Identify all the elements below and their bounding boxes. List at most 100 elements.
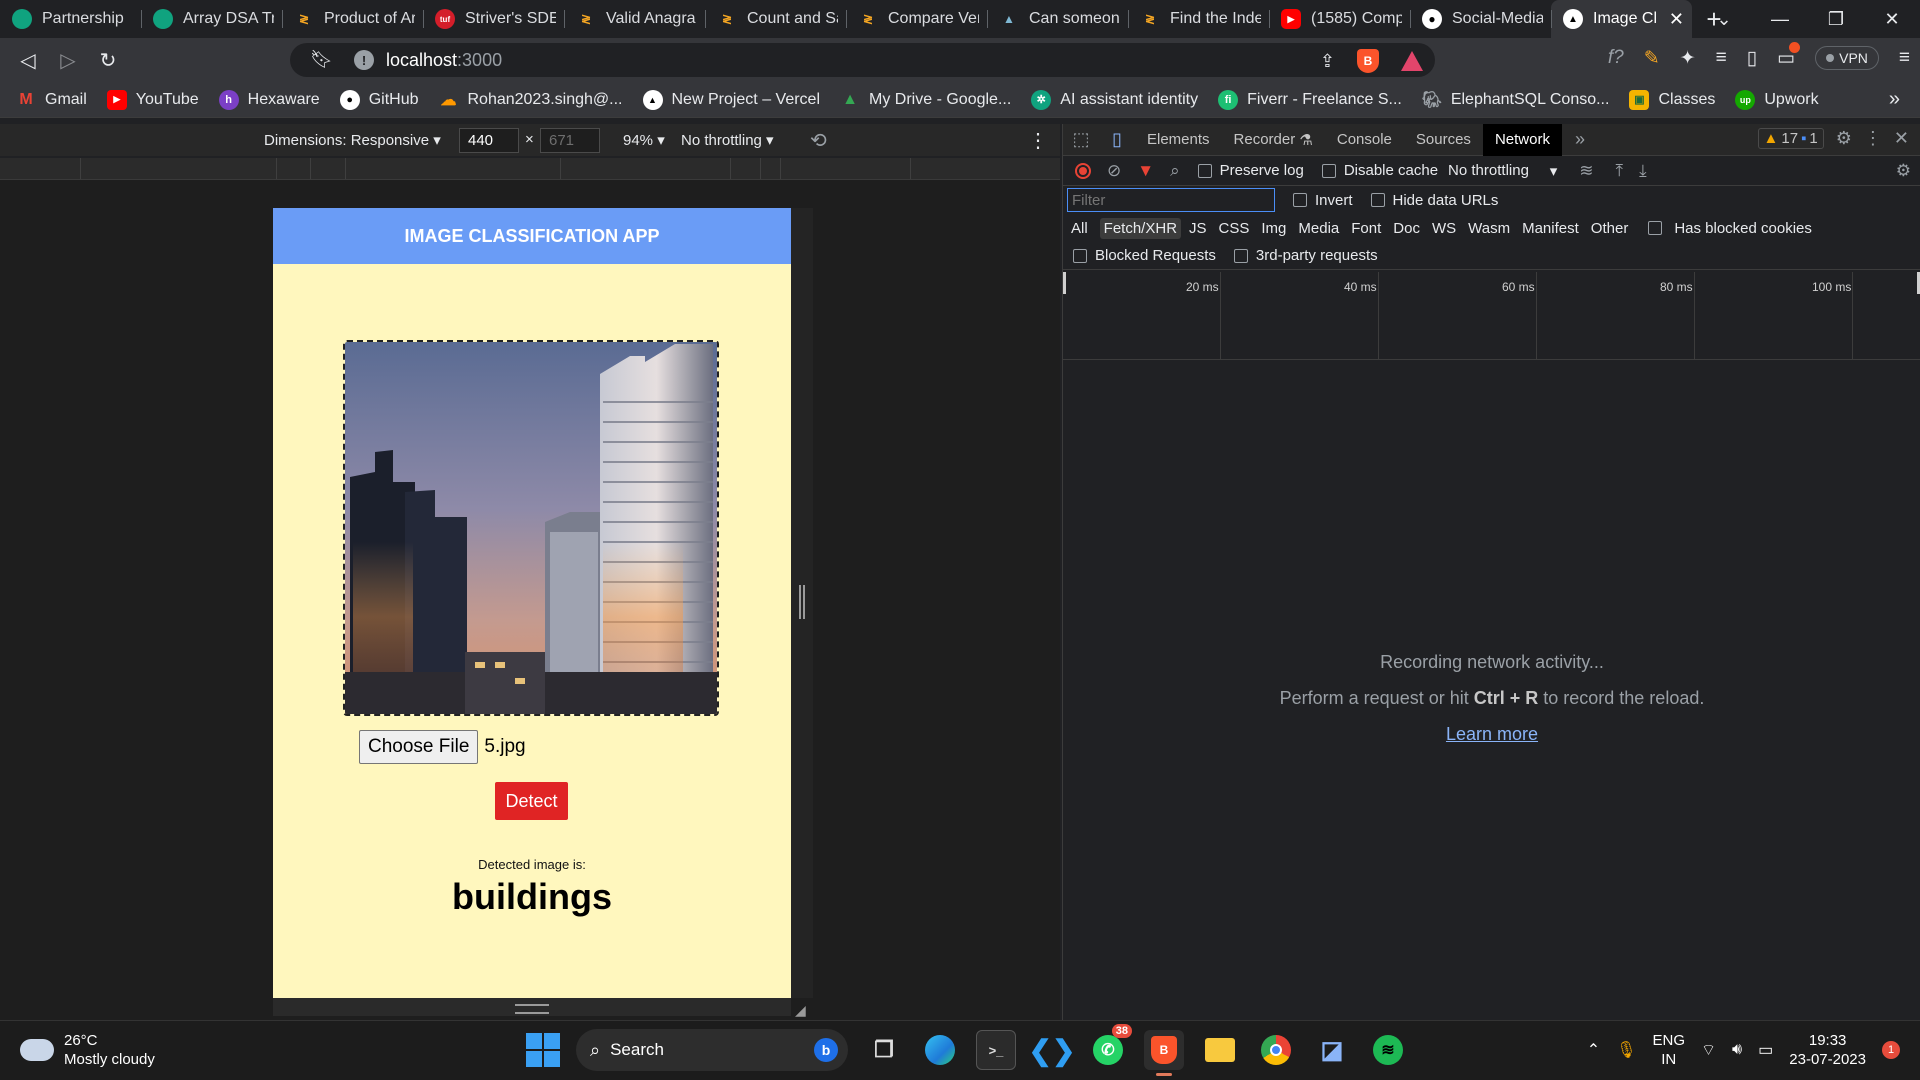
windows-start-icon[interactable] (526, 1033, 560, 1067)
export-har-icon[interactable]: ⤓ (1639, 161, 1647, 181)
browser-tab[interactable]: ≷ Valid Anagra (564, 0, 705, 38)
forward-button[interactable]: ▷ (48, 42, 88, 78)
disable-cache-checkbox[interactable]: Disable cache (1321, 162, 1438, 179)
search-icon[interactable]: ⌕ (1170, 161, 1180, 181)
browser-tab[interactable]: ≷ Count and Sa (705, 0, 846, 38)
network-conditions-icon[interactable]: ≋ (1579, 161, 1593, 181)
bookmark-youtube[interactable]: ▶ YouTube (106, 89, 199, 110)
brave-browser-icon[interactable]: B (1144, 1030, 1184, 1076)
menu-icon[interactable]: ≡ (1899, 47, 1910, 69)
browser-tab-active[interactable]: ▲ Image Cl ✕ (1551, 0, 1692, 38)
height-resize-handle[interactable] (273, 998, 791, 1016)
taskbar-search[interactable]: ⌕ Search b (576, 1029, 848, 1071)
has-blocked-cookies-checkbox[interactable]: Has blocked cookies (1648, 220, 1824, 237)
learn-more-link[interactable]: Learn more (1446, 724, 1538, 744)
whatsapp-icon[interactable]: ✆ 38 (1088, 1024, 1132, 1070)
media-control-icon[interactable]: ≡ (1716, 47, 1727, 69)
tab-recorder[interactable]: Recorder ⚗ (1222, 124, 1325, 156)
share-icon[interactable]: ⇪ (1320, 51, 1335, 72)
type-filter-ws[interactable]: WS (1432, 220, 1456, 237)
edge-icon[interactable] (920, 1030, 960, 1070)
bookmark-upwork[interactable]: up Upwork (1735, 89, 1819, 110)
settings-icon[interactable]: ⚙ (1836, 128, 1852, 149)
type-filter-wasm[interactable]: Wasm (1468, 220, 1510, 237)
battery-icon[interactable]: ▭ (1758, 1040, 1773, 1060)
throttling-dropdown[interactable]: No throttling ▾ (681, 131, 774, 149)
reload-button[interactable]: ↻ (88, 42, 128, 78)
customize-icon[interactable]: ⋮ (1864, 128, 1882, 149)
timeline-start-handle[interactable] (1063, 272, 1066, 294)
back-button[interactable]: ◁ (8, 42, 48, 78)
language-indicator[interactable]: ENG IN (1652, 1031, 1685, 1069)
type-filter-other[interactable]: Other (1591, 220, 1629, 237)
detect-button[interactable]: Detect (495, 782, 568, 820)
terminal-icon[interactable]: >_ (976, 1030, 1016, 1070)
more-options-icon[interactable]: ⋮ (1028, 128, 1048, 153)
width-resize-handle[interactable] (799, 585, 805, 619)
weather-widget[interactable]: 26°C Mostly cloudy (20, 1030, 155, 1069)
url-text[interactable]: localhost:3000 (386, 50, 502, 71)
show-hidden-icons-icon[interactable]: ⌃ (1587, 1040, 1600, 1060)
browser-tab[interactable]: ▲ Can someone (987, 0, 1128, 38)
volume-icon[interactable]: 🔊︎ (1732, 1041, 1742, 1059)
bookmark-ai-assistant[interactable]: ✲ AI assistant identity (1031, 89, 1198, 110)
bookmark-gmail[interactable]: M Gmail (16, 90, 86, 110)
bookmark-vercel[interactable]: ▲ New Project – Vercel (642, 89, 820, 110)
address-bar[interactable]: 🔖︎ ! localhost:3000 ⇪ B (290, 43, 1435, 77)
browser-tab[interactable]: ≷ Find the Inde (1128, 0, 1269, 38)
brave-rewards-icon[interactable] (1401, 51, 1423, 71)
browser-tab[interactable]: ● Social-Media (1410, 0, 1551, 38)
browser-tab[interactable]: ≷ Product of Ar (282, 0, 423, 38)
corner-resize-handle[interactable]: ◢ (795, 1002, 806, 1019)
extensions-icon[interactable]: ✦ (1680, 47, 1696, 70)
close-window-button[interactable]: ✕ (1864, 0, 1920, 38)
more-bookmarks-icon[interactable]: » (1889, 88, 1900, 111)
wifi-icon[interactable]: ⌔ (1701, 1040, 1716, 1060)
tab-sources[interactable]: Sources (1404, 124, 1483, 156)
type-filter-css[interactable]: CSS (1219, 220, 1250, 237)
third-party-requests-checkbox[interactable]: 3rd-party requests (1233, 247, 1378, 264)
zoom-dropdown[interactable]: 94% ▾ (623, 131, 665, 149)
network-throttling-dropdown[interactable]: No throttling ▾ (1448, 162, 1557, 180)
network-overview-timeline[interactable]: 20 ms 40 ms 60 ms 80 ms 100 ms (1063, 272, 1920, 360)
device-toggle-icon[interactable]: ▯ (1099, 129, 1135, 150)
type-filter-all[interactable]: All (1071, 220, 1088, 237)
bookmark-classes[interactable]: ▣ Classes (1629, 89, 1715, 110)
chrome-icon[interactable] (1256, 1030, 1296, 1070)
browser-tab[interactable]: Partnership (0, 0, 141, 38)
type-filter-doc[interactable]: Doc (1393, 220, 1420, 237)
filter-input[interactable] (1067, 188, 1275, 212)
file-explorer-icon[interactable] (1200, 1030, 1240, 1070)
rotate-icon[interactable]: ⟲ (810, 128, 827, 153)
site-info-icon[interactable]: ! (354, 50, 374, 70)
photos-icon[interactable]: ◪ (1312, 1030, 1352, 1070)
wallet-icon[interactable]: ▭ (1777, 41, 1801, 70)
task-view-icon[interactable]: ❐ (864, 1030, 904, 1070)
microphone-icon[interactable]: 🎙︎ (1616, 1040, 1636, 1060)
bookmark-icon[interactable]: 🔖︎ (310, 49, 333, 70)
issues-counter[interactable]: ▲ 17 ▪ 1 (1757, 128, 1824, 149)
tab-network[interactable]: Network (1482, 123, 1562, 156)
inspect-element-icon[interactable]: ⬚ (1063, 129, 1099, 150)
choose-file-button[interactable]: Choose File (359, 730, 479, 764)
type-filter-font[interactable]: Font (1351, 220, 1381, 237)
bookmark-github[interactable]: ● GitHub (339, 89, 418, 110)
vpn-button[interactable]: VPN (1815, 46, 1879, 70)
vscode-icon[interactable]: ❮❯ (1029, 1030, 1076, 1070)
browser-tab[interactable]: Array DSA Tr (141, 0, 282, 38)
invert-checkbox[interactable]: Invert (1293, 192, 1353, 209)
bookmark-elephantsql[interactable]: 🐘︎ ElephantSQL Conso... (1422, 90, 1610, 110)
notification-badge[interactable]: 1 (1882, 1041, 1900, 1059)
more-tabs-icon[interactable]: » (1562, 129, 1598, 150)
tab-search-icon[interactable]: ⌄ (1696, 0, 1752, 38)
close-devtools-icon[interactable]: ✕ (1894, 128, 1909, 149)
close-tab-icon[interactable]: ✕ (1669, 9, 1684, 30)
filter-icon[interactable]: ▼ (1137, 161, 1154, 181)
sidebar-icon[interactable]: ▯ (1747, 47, 1757, 70)
type-filter-manifest[interactable]: Manifest (1522, 220, 1579, 237)
spotify-icon[interactable]: ≋ (1368, 1030, 1408, 1070)
restore-button[interactable]: ❐ (1808, 0, 1864, 38)
type-filter-js[interactable]: JS (1189, 220, 1207, 237)
type-filter-img[interactable]: Img (1261, 220, 1286, 237)
bookmark-aws[interactable]: ☁ Rohan2023.singh@... (438, 90, 622, 110)
